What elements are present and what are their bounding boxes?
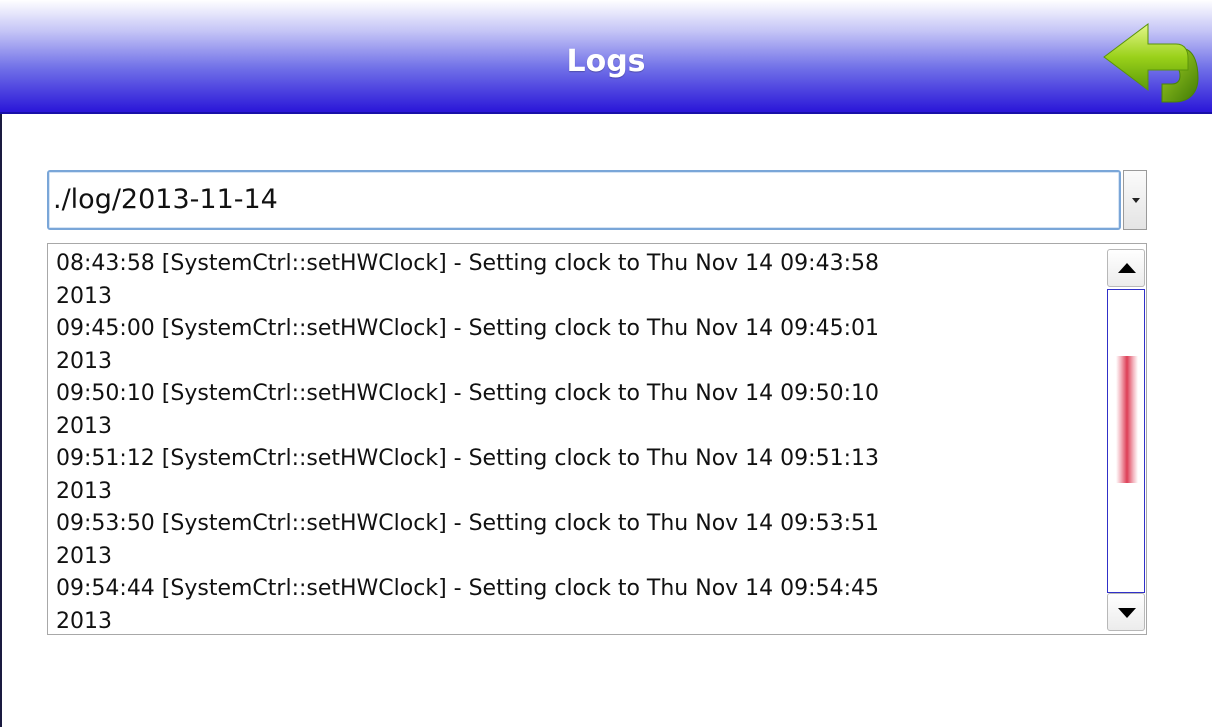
- log-line: 2013: [56, 413, 112, 439]
- vertical-scrollbar[interactable]: [1107, 249, 1145, 631]
- log-viewer[interactable]: 08:43:58 [SystemCtrl::setHWClock] - Sett…: [47, 243, 1147, 635]
- log-line: 2013: [56, 348, 112, 374]
- logs-screen: Logs ./log/2013-11-14 08:43:58 [SystemCt…: [0, 0, 1212, 727]
- log-file-field[interactable]: ./log/2013-11-14: [47, 170, 1121, 230]
- log-line: 09:53:50 [SystemCtrl::setHWClock] - Sett…: [56, 511, 879, 536]
- scroll-up-button[interactable]: [1107, 249, 1145, 287]
- scroll-thumb[interactable]: [1116, 356, 1138, 483]
- scroll-up-arrow-icon: [1118, 263, 1136, 273]
- log-text: 08:43:58 [SystemCtrl::setHWClock] - Sett…: [56, 248, 1096, 634]
- scroll-down-arrow-icon: [1118, 608, 1136, 618]
- log-line: 2013: [56, 283, 112, 309]
- log-line: 09:45:00 [SystemCtrl::setHWClock] - Sett…: [56, 316, 879, 341]
- page-title: Logs: [566, 44, 646, 79]
- back-button[interactable]: [1100, 20, 1200, 110]
- chevron-down-icon: [1132, 198, 1140, 203]
- title-bar: Logs: [0, 0, 1212, 114]
- log-file-selector[interactable]: ./log/2013-11-14: [47, 170, 1147, 230]
- log-line: 08:43:58 [SystemCtrl::setHWClock] - Sett…: [56, 251, 879, 276]
- dropdown-button[interactable]: [1123, 170, 1147, 230]
- log-line: 2013: [56, 478, 112, 504]
- back-arrow-icon: [1103, 23, 1199, 103]
- scroll-track[interactable]: [1107, 289, 1145, 593]
- log-line: 09:54:44 [SystemCtrl::setHWClock] - Sett…: [56, 576, 879, 601]
- log-line: 09:50:10 [SystemCtrl::setHWClock] - Sett…: [56, 381, 879, 406]
- scroll-down-button[interactable]: [1107, 593, 1145, 631]
- log-line: 2013: [56, 543, 112, 569]
- log-line: 09:51:12 [SystemCtrl::setHWClock] - Sett…: [56, 446, 879, 471]
- log-line: 2013: [56, 608, 112, 634]
